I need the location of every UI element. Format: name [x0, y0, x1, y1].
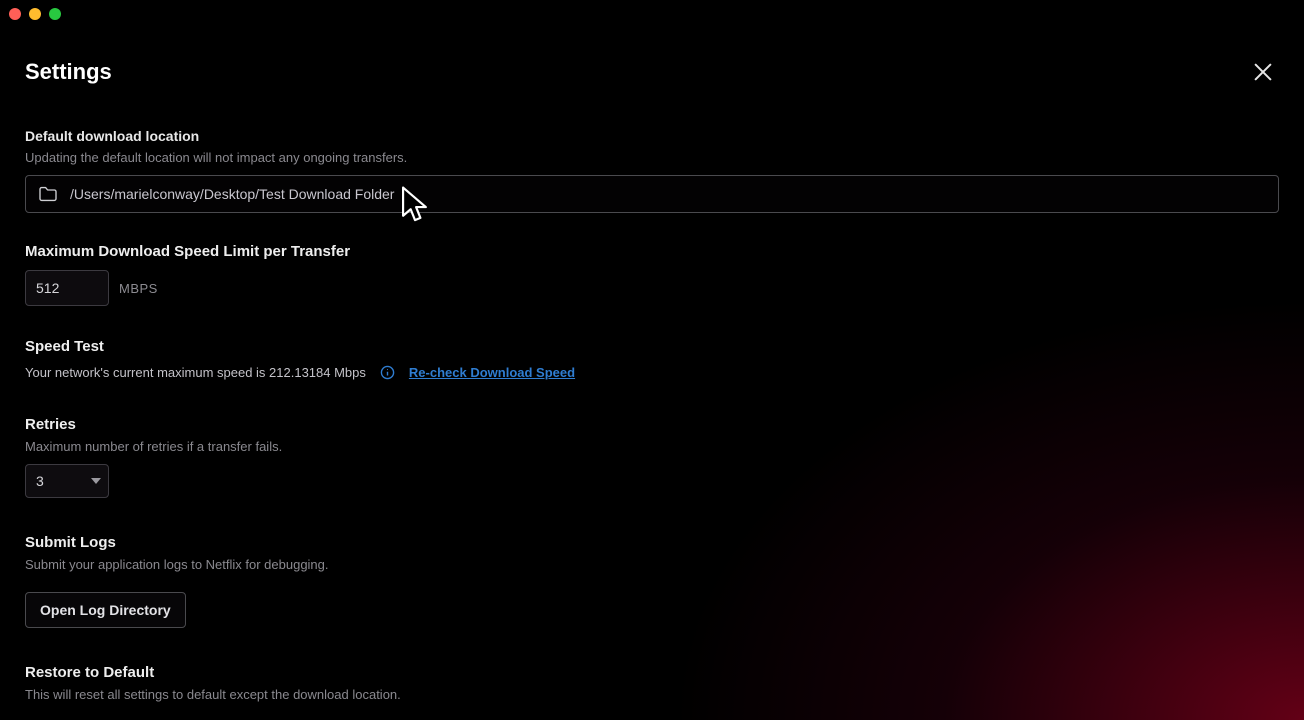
- window-minimize-button[interactable]: [29, 8, 41, 20]
- restore-heading: Restore to Default: [25, 664, 1279, 681]
- submit-logs-sub: Submit your application logs to Netflix …: [25, 557, 1279, 572]
- retries-select[interactable]: 3: [25, 464, 109, 498]
- speed-limit-section: Maximum Download Speed Limit per Transfe…: [25, 243, 1279, 306]
- download-location-heading: Default download location: [25, 128, 1279, 144]
- close-icon: [1252, 61, 1274, 83]
- download-location-section: Default download location Updating the d…: [25, 128, 1279, 213]
- retries-section: Retries Maximum number of retries if a t…: [25, 416, 1279, 498]
- download-location-picker[interactable]: /Users/marielconway/Desktop/Test Downloa…: [25, 175, 1279, 213]
- speed-test-text: Your network's current maximum speed is …: [25, 365, 366, 380]
- window-traffic-lights: [9, 8, 61, 20]
- speed-test-section: Speed Test Your network's current maximu…: [25, 338, 1279, 380]
- folder-icon: [38, 186, 58, 202]
- submit-logs-heading: Submit Logs: [25, 534, 1279, 551]
- open-log-directory-button[interactable]: Open Log Directory: [25, 592, 186, 628]
- speed-limit-input[interactable]: [25, 270, 109, 306]
- submit-logs-section: Submit Logs Submit your application logs…: [25, 534, 1279, 628]
- restore-sub: This will reset all settings to default …: [25, 687, 1279, 702]
- recheck-speed-link[interactable]: Re-check Download Speed: [409, 365, 575, 380]
- page-title: Settings: [25, 59, 112, 85]
- window-close-button[interactable]: [9, 8, 21, 20]
- download-location-path: /Users/marielconway/Desktop/Test Downloa…: [70, 186, 394, 202]
- retries-sub: Maximum number of retries if a transfer …: [25, 439, 1279, 454]
- close-button[interactable]: [1247, 56, 1279, 88]
- download-location-sub: Updating the default location will not i…: [25, 150, 1279, 165]
- speed-limit-unit: MBPS: [119, 281, 158, 296]
- restore-section: Restore to Default This will reset all s…: [25, 664, 1279, 720]
- window-maximize-button[interactable]: [49, 8, 61, 20]
- info-icon: [380, 365, 395, 380]
- speed-test-heading: Speed Test: [25, 338, 1279, 355]
- speed-limit-heading: Maximum Download Speed Limit per Transfe…: [25, 243, 1279, 260]
- retries-heading: Retries: [25, 416, 1279, 433]
